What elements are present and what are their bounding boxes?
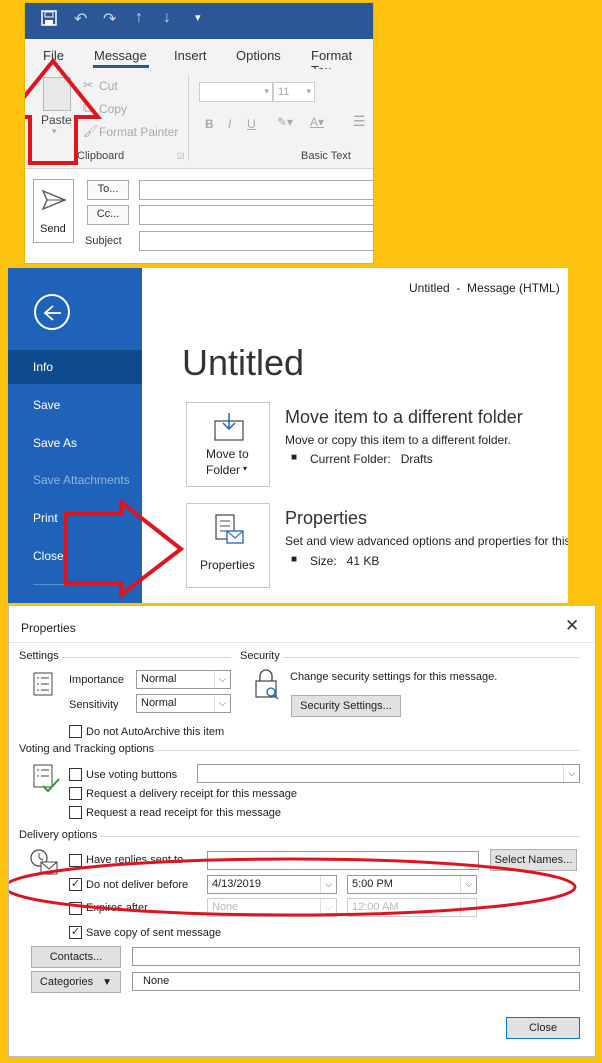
current-folder-text: Current Folder: Drafts: [310, 452, 433, 466]
outlook-compose-window: ↶ ↷ ↑ ↓ ▾ File Message Insert Options Fo…: [24, 2, 374, 264]
size-text: Size: 41 KB: [310, 554, 380, 568]
send-label: Send: [40, 223, 66, 235]
cc-field[interactable]: [139, 205, 373, 225]
subject-field[interactable]: [139, 231, 373, 251]
send-icon: [41, 189, 67, 213]
italic-icon[interactable]: I: [228, 117, 231, 131]
annotation-ellipse: [9, 857, 577, 917]
bullet-icon: ■: [291, 554, 298, 565]
bullets-icon[interactable]: ☰: [353, 113, 366, 130]
properties-section-title: Properties: [285, 508, 368, 528]
properties-icon: [215, 514, 245, 549]
chevron-down-icon: ▾: [264, 86, 269, 96]
move-section-title: Move item to a different folder: [285, 407, 523, 427]
chevron-down-icon: ▾: [243, 464, 248, 473]
cc-button[interactable]: Cc...: [87, 205, 129, 225]
backstage-view: Info Save Save As Save Attachments Print…: [8, 268, 568, 603]
clipboard-launcher-icon[interactable]: ◲: [177, 151, 185, 160]
properties-tile-label: Properties: [200, 558, 255, 572]
to-field[interactable]: [139, 180, 373, 200]
properties-section-desc: Set and view advanced options and proper…: [285, 534, 568, 548]
window-title: Untitled - Message (HTML): [409, 281, 560, 295]
group-divider: [188, 75, 189, 161]
subject-label: Subject: [85, 235, 122, 247]
move-section-desc: Move or copy this item to a different fo…: [285, 433, 511, 447]
annotation-arrow-up: [25, 57, 103, 165]
font-color-icon[interactable]: A▾: [310, 115, 324, 129]
bullet-icon: ■: [291, 452, 298, 463]
move-folder-icon: [214, 413, 244, 444]
font-size-value: 11: [278, 86, 290, 98]
tab-insert[interactable]: Insert: [174, 48, 207, 63]
down-arrow-icon[interactable]: ↓: [163, 9, 171, 27]
properties-dialog: Properties ✕ Settings Importance Normal …: [8, 605, 596, 1057]
annotation-arrow-right: [64, 497, 185, 600]
tab-options[interactable]: Options: [236, 48, 281, 63]
highlight-icon[interactable]: ✎▾: [277, 115, 293, 129]
customize-dropdown-icon[interactable]: ▾: [195, 11, 201, 24]
to-button[interactable]: To...: [87, 180, 129, 200]
chevron-down-icon: ▾: [306, 86, 311, 96]
font-size-select[interactable]: 11 ▾: [273, 82, 315, 102]
bold-icon[interactable]: B: [205, 117, 214, 131]
compose-header: Send To... Cc... Subject: [25, 169, 373, 263]
move-tile-line1: Move to: [206, 447, 249, 461]
font-family-select[interactable]: ▾: [199, 82, 273, 102]
basic-text-group-label: Basic Text: [301, 150, 351, 162]
underline-icon[interactable]: U: [247, 117, 256, 131]
move-tile-line2: Folder: [206, 463, 241, 477]
send-button[interactable]: Send: [33, 179, 74, 243]
